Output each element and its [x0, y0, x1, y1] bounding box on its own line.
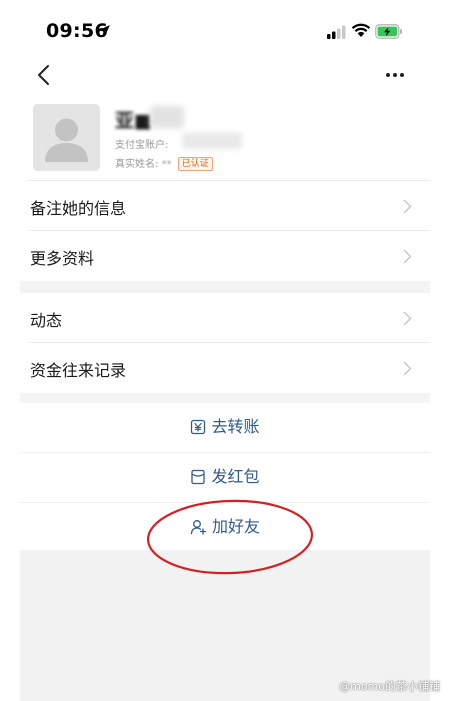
avatar[interactable] [33, 104, 100, 171]
transfer-button-content: 去转账 [20, 417, 430, 437]
watermark: @momo的茶小铺铺 [339, 680, 440, 693]
realname-masked: ** [161, 159, 172, 170]
red-packet-label: 发红包 [211, 467, 260, 486]
wifi-icon [351, 23, 371, 37]
back-chevron-icon[interactable] [34, 63, 54, 87]
list-item-label: 动态 [30, 311, 63, 330]
red-packet-button[interactable]: 发红包 [20, 453, 430, 503]
transfer-label: 去转账 [211, 417, 260, 436]
account-label: 支付宝账户: [115, 140, 169, 151]
section-gap [20, 281, 430, 293]
contact-profile-screen: 09:56 亚■ 支付宝账户: 真实姓名: ** 已认证 备注她的信息 更多资料… [0, 0, 450, 701]
add-friend-button-content: 加好友 [20, 517, 430, 537]
list-item-more-info[interactable]: 更多资料 [20, 231, 430, 281]
yuan-transfer-icon [191, 419, 206, 435]
red-packet-button-content: 发红包 [20, 467, 430, 487]
list-item-remark-info[interactable]: 备注她的信息 [20, 181, 430, 231]
verified-badge: 已认证 [177, 157, 213, 171]
real-name-line: 真实姓名: ** 已认证 [115, 155, 213, 171]
section-gap [20, 393, 430, 403]
list-item-moments[interactable]: 动态 [20, 293, 430, 343]
status-bar: 09:56 [0, 0, 450, 64]
add-friend-button[interactable]: 加好友 [20, 503, 430, 553]
red-packet-icon [191, 469, 206, 485]
transfer-button[interactable]: 去转账 [20, 403, 430, 453]
chevron-right-icon [403, 311, 412, 326]
add-friend-label: 加好友 [211, 517, 260, 536]
more-options-icon[interactable] [384, 66, 406, 84]
location-arrow-icon [98, 25, 110, 37]
profile-name: 亚■ [115, 110, 152, 132]
alipay-account-line: 支付宝账户: [115, 136, 168, 151]
profile-name-wrap: 亚■ [115, 106, 152, 132]
default-avatar-icon [33, 104, 100, 171]
profile-header: 亚■ 支付宝账户: 真实姓名: ** 已认证 [20, 100, 430, 180]
add-person-icon [190, 520, 207, 535]
redaction-blur [182, 133, 242, 149]
list-item-fund-records[interactable]: 资金往来记录 [20, 343, 430, 393]
realname-label: 真实姓名: [115, 159, 159, 170]
chevron-right-icon [403, 199, 412, 214]
list-item-label: 更多资料 [30, 249, 95, 268]
list-item-label: 备注她的信息 [30, 199, 127, 218]
redaction-blur [150, 106, 184, 128]
list-item-label: 资金往来记录 [30, 361, 127, 380]
chevron-right-icon [403, 249, 412, 264]
cellular-signal-icon [327, 25, 346, 39]
chevron-right-icon [403, 361, 412, 376]
battery-charging-icon [375, 24, 402, 39]
